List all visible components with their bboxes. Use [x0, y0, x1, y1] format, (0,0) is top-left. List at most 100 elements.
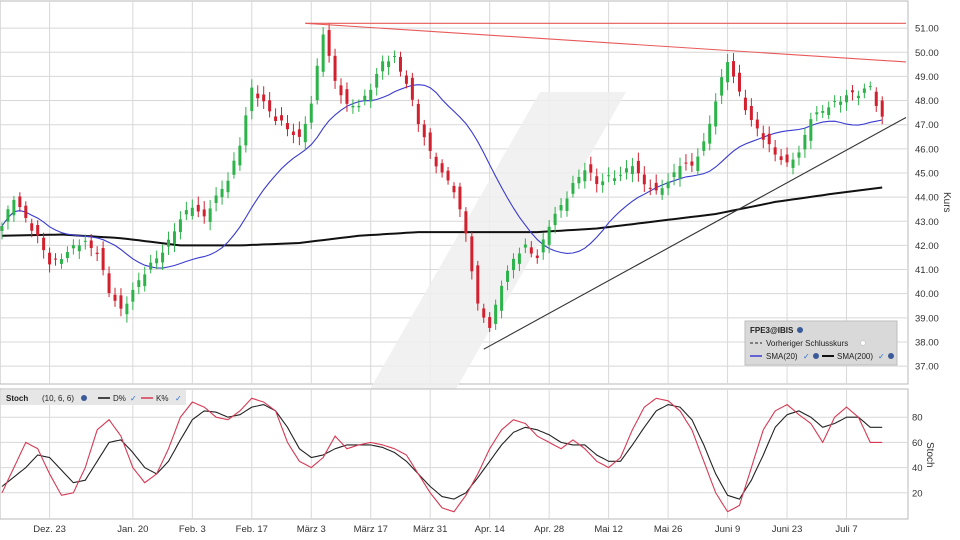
stoch-axis-label: Stoch — [924, 442, 935, 468]
candle-body — [619, 174, 623, 176]
candle-body — [868, 86, 872, 88]
candle-body — [48, 252, 52, 265]
check-icon[interactable]: ✓ — [175, 394, 182, 403]
candle-body — [767, 133, 771, 145]
candle-body — [488, 316, 492, 328]
candle-body — [500, 285, 504, 311]
candle-body — [601, 181, 605, 186]
candle-body — [315, 65, 319, 101]
stoch-tick-label: 40 — [912, 463, 923, 474]
candle-body — [642, 174, 646, 185]
candle-body — [250, 87, 254, 112]
price-tick-label: 42.00 — [915, 241, 939, 252]
time-tick-label: Juni 23 — [772, 524, 803, 535]
price-tick-label: 44.00 — [915, 193, 939, 204]
candle-body — [856, 95, 860, 99]
check-icon[interactable]: ✓ — [130, 394, 137, 403]
price-tick-label: 41.00 — [915, 265, 939, 276]
candle-body — [297, 129, 301, 137]
toggle-icon[interactable] — [860, 340, 866, 346]
candle-body — [743, 97, 747, 111]
candle-body — [244, 115, 248, 146]
check-icon[interactable]: ✓ — [803, 352, 810, 361]
stoch-k-label: K% — [156, 394, 168, 403]
candle-body — [226, 180, 230, 193]
candle-body — [708, 123, 712, 144]
legend: FPE3@IBIS Vorheriger Schlusskurs SMA(20)… — [744, 320, 898, 366]
candle-body — [749, 105, 753, 120]
candle-body — [36, 225, 40, 236]
globe-icon[interactable] — [888, 353, 894, 359]
candle-body — [517, 253, 521, 264]
globe-icon[interactable] — [81, 395, 87, 401]
price-tick-label: 51.00 — [915, 24, 939, 35]
stoch-tick-label: 80 — [912, 413, 923, 424]
time-tick-label: Feb. 3 — [179, 524, 206, 535]
stoch-tick-label: 60 — [912, 438, 923, 449]
candle-body — [660, 188, 664, 195]
candle-body — [196, 204, 200, 212]
candle-body — [303, 123, 307, 143]
candle-body — [351, 105, 355, 108]
globe-icon[interactable] — [797, 327, 803, 333]
candle-body — [506, 270, 510, 282]
candle-body — [321, 34, 325, 72]
candle-body — [71, 245, 75, 249]
candle-body — [172, 231, 176, 244]
candle-body — [143, 274, 147, 287]
candle-body — [309, 103, 313, 123]
candle-body — [12, 199, 16, 216]
candle-body — [547, 226, 551, 245]
time-tick-label: Juli 7 — [835, 524, 857, 535]
price-tick-label: 47.00 — [915, 120, 939, 131]
candle-body — [161, 252, 165, 263]
candle-body — [559, 205, 563, 211]
candle-body — [827, 107, 831, 116]
candle-body — [589, 164, 593, 173]
candle-body — [737, 72, 741, 92]
price-tick-label: 49.00 — [915, 72, 939, 83]
price-tick-label: 39.00 — [915, 313, 939, 324]
candle-body — [184, 210, 188, 215]
candle-body — [446, 170, 450, 181]
candle-body — [375, 73, 379, 88]
time-axis: Dez. 23 Jan. 20 Feb. 3 Feb. 17 März 3 März 17… — [33, 524, 857, 535]
candle-body — [803, 134, 807, 150]
price-tick-label: 45.00 — [915, 168, 939, 179]
candle-body — [101, 248, 105, 271]
candle-body — [880, 100, 884, 117]
candle-body — [779, 156, 783, 160]
candle-body — [422, 124, 426, 138]
candle-body — [607, 175, 611, 177]
candle-body — [149, 262, 153, 270]
candle-body — [470, 236, 474, 272]
candle-body — [30, 223, 34, 231]
candle-body — [874, 91, 878, 106]
stoch-tick-label: 20 — [912, 488, 923, 499]
candle-body — [464, 211, 468, 234]
candle-body — [702, 141, 706, 151]
stoch-header: Stoch (10, 6, 6) D% ✓ K% ✓ — [1, 390, 186, 405]
time-tick-label: Mai 12 — [594, 524, 623, 535]
candle-body — [202, 209, 206, 217]
candle-body — [613, 178, 617, 182]
candle-body — [131, 289, 135, 302]
check-icon[interactable]: ✓ — [878, 352, 885, 361]
candle-body — [357, 105, 361, 108]
candle-body — [434, 156, 438, 167]
candle-body — [523, 244, 527, 248]
candle-body — [268, 100, 272, 112]
candle-body — [280, 115, 284, 121]
time-tick-label: Apr. 28 — [534, 524, 564, 535]
candle-body — [714, 101, 718, 127]
candle-body — [571, 182, 575, 194]
globe-icon[interactable] — [813, 353, 819, 359]
candle-body — [113, 294, 117, 301]
candle-body — [208, 208, 212, 222]
candle-body — [262, 94, 266, 102]
legend-sma20-label: SMA(20) — [766, 352, 798, 361]
candle-body — [541, 239, 545, 253]
price-tick-label: 46.00 — [915, 144, 939, 155]
time-tick-label: Feb. 17 — [236, 524, 268, 535]
candle-body — [636, 160, 640, 174]
